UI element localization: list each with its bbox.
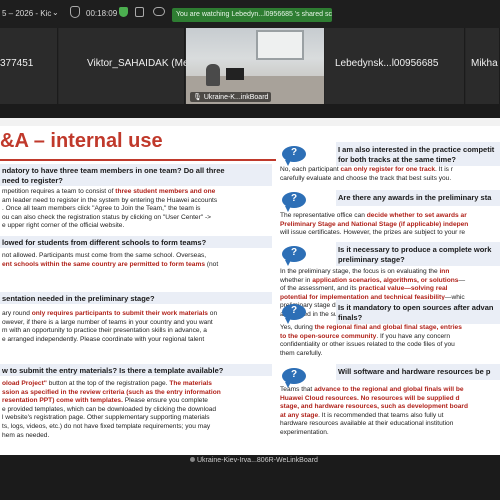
participant-name: Mikha <box>471 58 498 69</box>
highlighted-text: the regional final and global final stag… <box>314 324 462 331</box>
faq-answer: Yes, during the regional final and globa… <box>280 324 462 357</box>
faq-question: Is it mandatory to open sources after ad… <box>336 300 500 324</box>
faq-answer: The representative office can decide whe… <box>280 212 469 237</box>
participant-video-tile[interactable]: 🎙 Ukraine-K...inkBoard <box>186 28 324 104</box>
faq-answer: mpetition requires a team to consist of … <box>2 188 218 230</box>
participant-tile[interactable]: Mikha <box>466 28 500 104</box>
slide-header-band <box>0 118 500 126</box>
participant-tile[interactable]: Viktor_SAHAIDAK (Me) <box>59 28 192 104</box>
shared-screen-banner: You are watching Lebedyn...l0956685 's s… <box>172 8 332 22</box>
slide-title: &A – internal use <box>0 130 163 152</box>
bottom-bar: Ukraine-Kiev-Irva...806R-WeLinkBoard <box>0 455 500 500</box>
highlighted-text: application scenarios, algorithms, or so… <box>312 276 459 284</box>
faq-question: Will software and hardware resources be … <box>336 364 500 380</box>
faq-answer: ary round only requires participants to … <box>2 310 218 343</box>
participant-name: Viktor_SAHAIDAK (Me) <box>87 58 192 69</box>
background-window <box>256 30 304 60</box>
participant-name: 377451 <box>0 58 34 69</box>
highlighted-text: only requires participants to submit the… <box>31 310 208 317</box>
highlighted-text: Preliminary Stage and National Stage (if… <box>280 220 469 228</box>
faq-question: ndatory to have three team members in on… <box>0 164 272 186</box>
participant-name: 🎙 Ukraine-K...inkBoard <box>190 92 272 102</box>
faq-question: I am also interested in the practice com… <box>336 142 500 166</box>
highlighted-text: to the open-source community <box>280 332 377 340</box>
highlighted-text: Huawei Cloud resources. No resources wil… <box>280 394 460 402</box>
cloud-icon[interactable] <box>153 7 165 16</box>
highlighted-text: can only register for one track <box>340 166 436 173</box>
highlighted-text: inn <box>439 268 450 275</box>
shared-slide: &A – internal use ndatory to have three … <box>0 118 500 455</box>
participant-tile[interactable]: 377451 <box>0 28 58 104</box>
meeting-toolbar: 5 – 2026 - Kic ⌄ 00:18:09 You are watchi… <box>0 0 500 28</box>
faq-question: w to submit the entry materials? Is ther… <box>0 364 272 376</box>
faq-question: lowed for students from different school… <box>0 236 272 248</box>
highlighted-text: practical value—solving real <box>358 285 448 293</box>
question-bubble-icon <box>282 304 306 324</box>
highlighted-text: three student members and one <box>115 188 216 195</box>
chevron-down-icon[interactable]: ⌄ <box>52 8 59 17</box>
highlighted-text: advance to the regional and global final… <box>314 386 464 393</box>
question-bubble-icon <box>282 246 306 266</box>
highlighted-text: The materials <box>169 380 212 387</box>
meeting-window: 5 – 2026 - Kic ⌄ 00:18:09 You are watchi… <box>0 0 500 500</box>
participant-strip: 377451 Viktor_SAHAIDAK (Me) 🎙 Ukraine-K.… <box>0 28 500 104</box>
highlighted-text: decide whether to set awards ar <box>366 212 467 219</box>
faq-question: Is it necessary to produce a complete wo… <box>336 242 500 266</box>
question-bubble-icon <box>282 192 306 212</box>
participant-figure <box>206 64 220 86</box>
shield-icon[interactable] <box>119 7 128 17</box>
faq-answer: No, each participant can only register f… <box>280 166 453 182</box>
highlighted-text: stage, and hardware resources, such as d… <box>280 403 468 411</box>
faq-answer: Teams that advance to the regional and g… <box>280 386 468 436</box>
highlighted-text: ssion as specified in the review criteri… <box>2 388 221 396</box>
lock-icon[interactable] <box>135 7 144 17</box>
mic-icon <box>190 457 195 462</box>
highlighted-text: resentation PPT) come with templates. <box>2 397 123 405</box>
meeting-timer: 00:18:09 <box>86 9 118 18</box>
faq-question: sentation needed in the preliminary stag… <box>0 292 272 304</box>
faq-question: Are there any awards in the preliminary … <box>336 190 500 206</box>
meeting-title[interactable]: 5 – 2026 - Kic <box>2 9 51 18</box>
faq-answer: oload Project" button at the top of the … <box>2 380 221 439</box>
question-bubble-icon <box>282 368 306 388</box>
question-bubble-icon <box>282 146 306 166</box>
highlighted-text: ent schools within the same country are … <box>2 260 205 268</box>
title-underline <box>0 159 276 161</box>
presenter-label: Ukraine-Kiev-Irva...806R-WeLinkBoard <box>190 457 318 464</box>
participant-name: Lebedynsk...l00956685 <box>335 58 439 69</box>
highlighted-text: oload Project" <box>2 380 47 387</box>
security-icon[interactable] <box>70 6 80 18</box>
highlighted-text: at any stage <box>280 411 319 419</box>
participant-tile[interactable]: Lebedynsk...l00956685 <box>325 28 465 104</box>
faq-answer: not allowed. Participants must come from… <box>2 252 219 268</box>
background-monitor <box>226 68 244 80</box>
